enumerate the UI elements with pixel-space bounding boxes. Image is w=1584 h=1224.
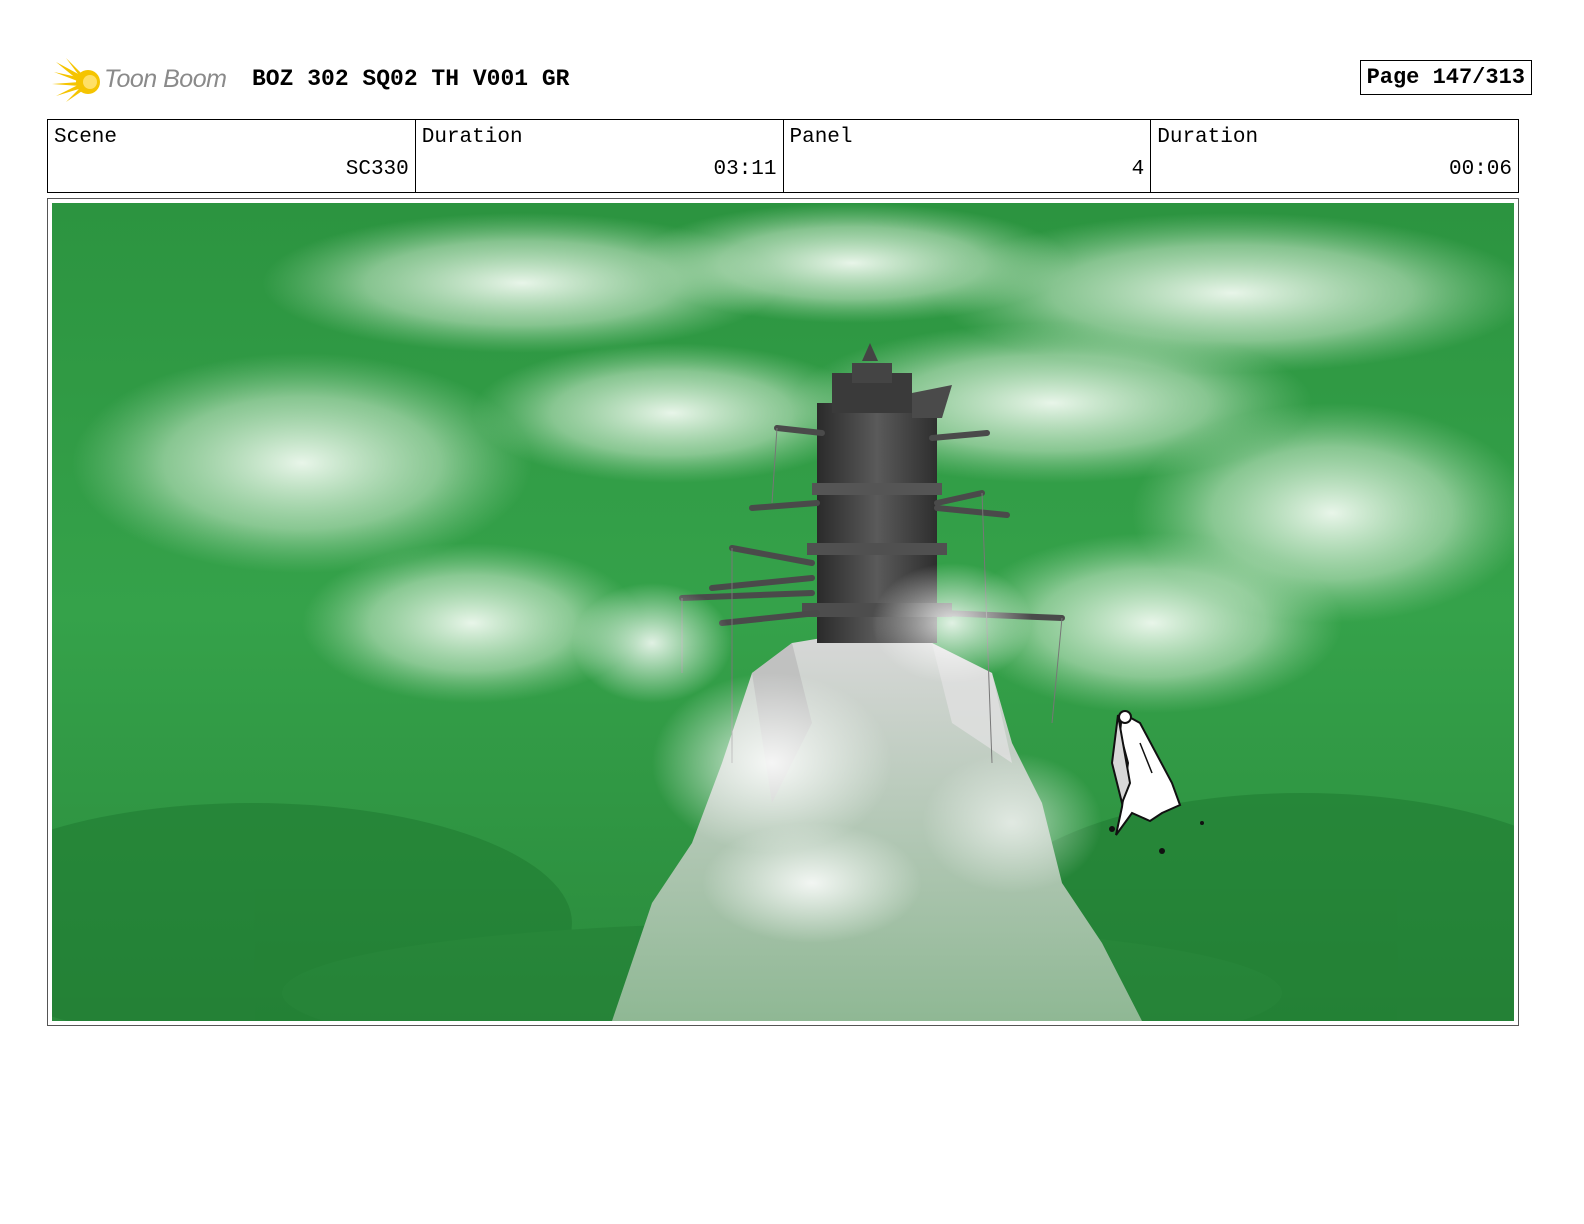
panel-duration-cell: Duration 00:06 xyxy=(1151,120,1518,192)
document-title: BOZ 302 SQ02 TH V001 GR xyxy=(252,66,570,92)
storyboard-panel-image xyxy=(52,203,1514,1021)
scene-label: Scene xyxy=(54,126,118,149)
scene-duration-label: Duration xyxy=(421,126,523,149)
page-number: Page 147/313 xyxy=(1359,60,1532,95)
panel-label: Panel xyxy=(789,126,853,149)
storyboard-panel-frame xyxy=(47,198,1519,1026)
starburst-logo-icon xyxy=(52,58,100,102)
scene-cell: Scene SC330 xyxy=(48,120,416,192)
panel-cell: Panel 4 xyxy=(784,120,1152,192)
toon-boom-logo: Toon Boom xyxy=(52,56,242,104)
scene-value: SC330 xyxy=(345,158,409,181)
logo-text: Toon Boom xyxy=(104,65,227,93)
scene-duration-cell: Duration 03:11 xyxy=(416,120,784,192)
panel-info-table: Scene SC330 Duration 03:11 Panel 4 Durat… xyxy=(47,119,1519,193)
tower-in-clouds-illustration xyxy=(52,203,1514,1021)
panel-value: 4 xyxy=(1131,158,1145,181)
page-header: Toon Boom BOZ 302 SQ02 TH V001 GR Page 1… xyxy=(52,56,1532,104)
panel-duration-value: 00:06 xyxy=(1448,158,1512,181)
scene-duration-value: 03:11 xyxy=(713,158,777,181)
panel-duration-label: Duration xyxy=(1157,126,1259,149)
